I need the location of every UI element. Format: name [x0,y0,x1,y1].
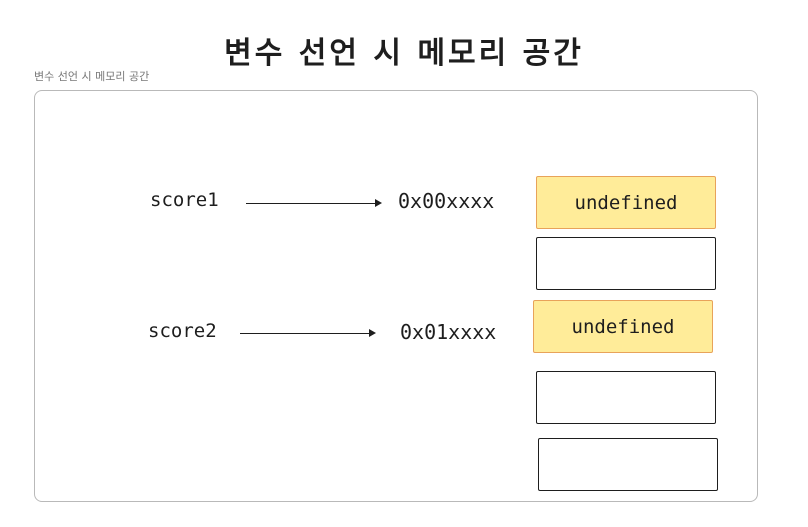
arrow-score2-to-address[interactable] [240,329,376,339]
memory-cell-5[interactable] [538,438,718,491]
arrow-score1-to-address[interactable] [246,199,382,209]
memory-cell-2[interactable] [536,237,716,290]
memory-cell-1[interactable]: undefined [536,176,716,229]
diagram-title: 변수 선언 시 메모리 공간 [224,36,584,71]
address-label-score1[interactable]: 0x00xxxx [398,189,494,213]
variable-label-score1[interactable]: score1 [150,189,219,211]
variable-label-score2[interactable]: score2 [148,320,217,342]
address-label-score2[interactable]: 0x01xxxx [400,320,496,344]
memory-cell-3[interactable]: undefined [533,300,713,353]
frame-label: 변수 선언 시 메모리 공간 [34,70,150,83]
memory-cell-4[interactable] [536,371,716,424]
